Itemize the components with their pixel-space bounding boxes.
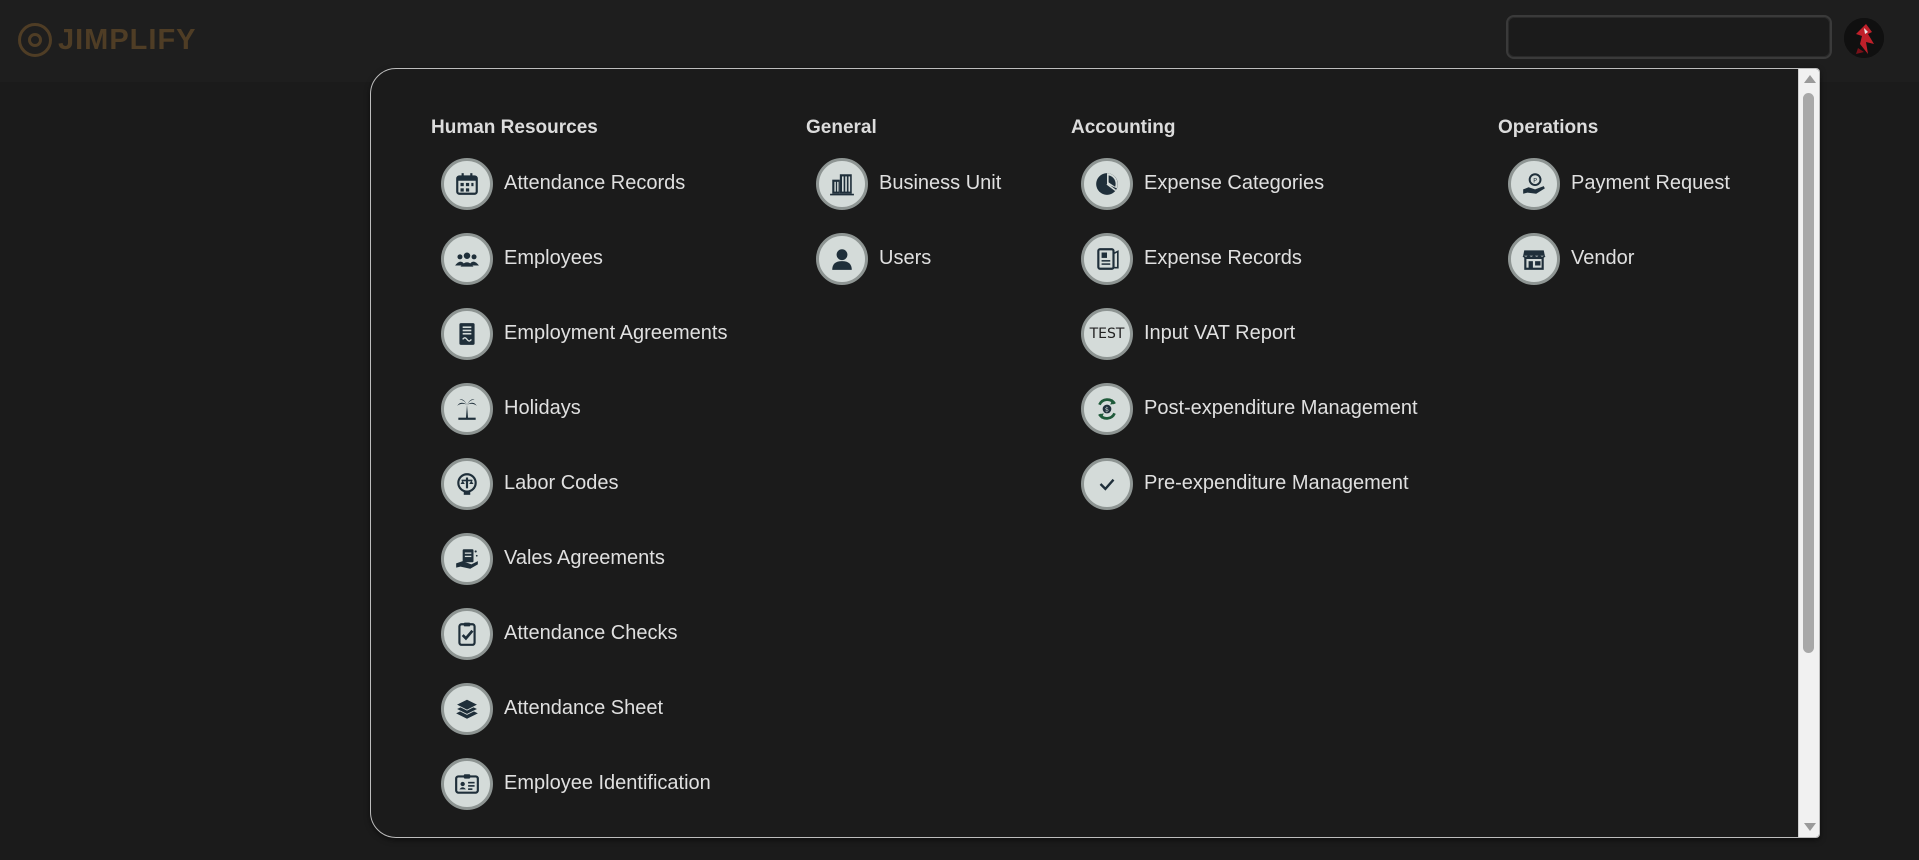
menu-item-label: Pre-expenditure Management	[1144, 472, 1409, 494]
search-input[interactable]	[1506, 15, 1832, 59]
menu-item-label: Input VAT Report	[1144, 322, 1296, 344]
menu-item-attendance-sheet[interactable]: Attendance Sheet	[431, 680, 727, 737]
menu-item-label: Business Unit	[879, 172, 1002, 194]
menu-column-operations: Operations P Payment Request Vendor	[1498, 117, 1730, 305]
menu-item-post-expenditure-management[interactable]: $ Post-expenditure Management	[1071, 380, 1418, 437]
brand-logo[interactable]: JIMPLIFY	[18, 22, 197, 58]
menu-item-label: Employee Identification	[504, 772, 711, 794]
menu-item-expense-categories[interactable]: Expense Categories	[1071, 155, 1418, 212]
user-icon	[816, 232, 868, 285]
menu-item-label: Expense Records	[1144, 247, 1302, 269]
avatar-image	[1844, 18, 1884, 58]
brand-name: JIMPLIFY	[58, 23, 197, 56]
menu-item-label: Vales Agreements	[504, 547, 665, 569]
scroll-up-arrow-icon[interactable]	[1804, 75, 1816, 83]
menu-item-vendor[interactable]: Vendor	[1498, 230, 1730, 287]
menu-item-label: Labor Codes	[504, 472, 619, 494]
money-cycle-icon: $	[1081, 382, 1133, 435]
menu-item-business-unit[interactable]: Business Unit	[806, 155, 1001, 212]
menu-column-general: General Business Unit Users	[806, 117, 1001, 305]
menu-item-users[interactable]: Users	[806, 230, 1001, 287]
menu-item-label: Post-expenditure Management	[1144, 397, 1418, 419]
people-icon	[441, 232, 493, 285]
menu-item-employee-identification[interactable]: Employee Identification	[431, 755, 727, 812]
menu-item-employment-agreements[interactable]: Employment Agreements	[431, 305, 727, 362]
calendar-icon	[441, 157, 493, 210]
menu-item-holidays[interactable]: Holidays	[431, 380, 727, 437]
menu-item-employees[interactable]: Employees	[431, 230, 727, 287]
contract-icon	[441, 307, 493, 360]
clipboard-check-icon	[441, 607, 493, 660]
check-icon	[1081, 457, 1133, 510]
pie-chart-icon	[1081, 157, 1133, 210]
menu-item-labor-codes[interactable]: Labor Codes	[431, 455, 727, 512]
palm-tree-icon	[441, 382, 493, 435]
menu-item-attendance-records[interactable]: Attendance Records	[431, 155, 727, 212]
stack-sheets-icon	[441, 682, 493, 735]
menu-item-label: Attendance Checks	[504, 622, 678, 644]
id-card-icon	[441, 757, 493, 810]
menu-item-label: Attendance Records	[504, 172, 686, 194]
building-icon	[816, 157, 868, 210]
scrollbar-thumb[interactable]	[1803, 93, 1814, 653]
column-title: Operations	[1498, 117, 1599, 138]
svg-text:P: P	[1533, 176, 1537, 184]
column-title: Accounting	[1071, 117, 1176, 138]
menu-item-pre-expenditure-management[interactable]: Pre-expenditure Management	[1071, 455, 1418, 512]
menu-item-label: Employment Agreements	[504, 322, 728, 344]
menu-column-accounting: Accounting Expense Categories Expense Re…	[1071, 117, 1418, 530]
menu-item-label: Expense Categories	[1144, 172, 1325, 194]
column-title: Human Resources	[431, 117, 598, 138]
menu-item-label: Holidays	[504, 397, 581, 419]
menu-item-attendance-checks[interactable]: Attendance Checks	[431, 605, 727, 662]
test-text-icon: TEST	[1081, 307, 1133, 360]
storefront-icon	[1508, 232, 1560, 285]
scales-icon	[441, 457, 493, 510]
menu-item-input-vat-report[interactable]: TEST Input VAT Report	[1071, 305, 1418, 362]
menu-item-label: Users	[879, 247, 932, 269]
menu-column-human-resources: Human Resources Attendance Records Emplo…	[431, 117, 727, 830]
menu-item-label: Vendor	[1571, 247, 1635, 269]
logo-icon	[18, 23, 52, 57]
hand-coin-icon: P	[1508, 157, 1560, 210]
menu-item-label: Attendance Sheet	[504, 697, 664, 719]
hand-document-icon	[441, 532, 493, 585]
menu-item-label: Payment Request	[1571, 172, 1730, 194]
avatar[interactable]	[1844, 18, 1884, 58]
receipt-icon	[1081, 232, 1133, 285]
menu-item-vales-agreements[interactable]: Vales Agreements	[431, 530, 727, 587]
scroll-down-arrow-icon[interactable]	[1804, 823, 1816, 831]
svg-text:$: $	[1105, 405, 1109, 413]
menu-item-label: Employees	[504, 247, 603, 269]
app-menu-panel: Human Resources Attendance Records Emplo…	[370, 68, 1820, 838]
column-title: General	[806, 117, 877, 138]
menu-item-expense-records[interactable]: Expense Records	[1071, 230, 1418, 287]
menu-item-payment-request[interactable]: P Payment Request	[1498, 155, 1730, 212]
panel-scrollbar[interactable]	[1798, 69, 1819, 837]
